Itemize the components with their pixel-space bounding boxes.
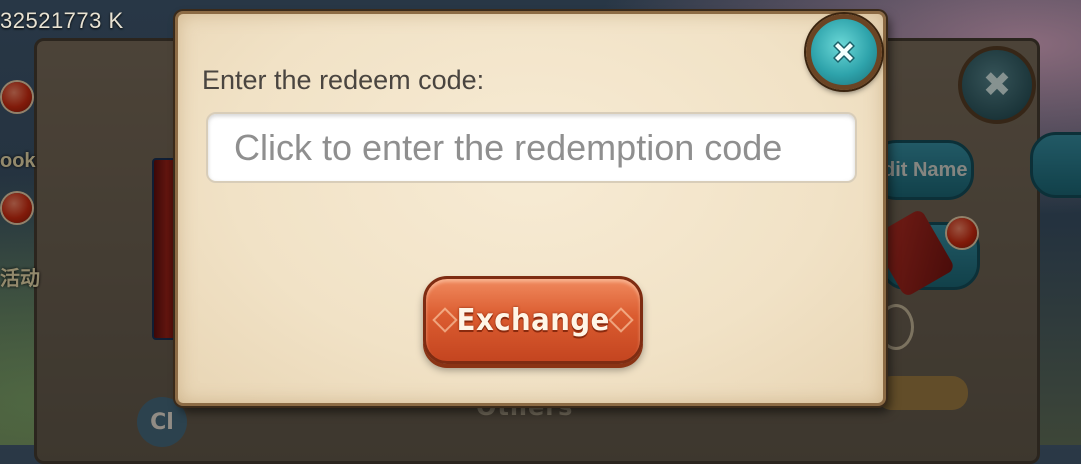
notification-dot-icon <box>2 193 32 223</box>
button-ornament-icon <box>432 307 458 333</box>
button-ornament-icon <box>608 307 634 333</box>
exchange-button[interactable]: Exchange <box>423 276 643 364</box>
redeem-code-prompt: Enter the redeem code: <box>202 65 485 95</box>
background-bar <box>876 376 968 410</box>
background-round-button-label: Cl <box>150 409 174 435</box>
redeem-code-input[interactable] <box>206 112 857 183</box>
account-id-text: 32521773 K <box>0 8 124 33</box>
edit-name-label: dit Name <box>883 158 968 181</box>
background-pill-button <box>1030 132 1081 198</box>
notification-dot-icon <box>2 82 32 112</box>
close-icon <box>833 41 855 63</box>
background-close-icon: ✖ <box>958 46 1036 124</box>
close-button[interactable] <box>806 14 882 90</box>
side-menu-label-book: ook <box>0 150 36 172</box>
exchange-button-label: Exchange <box>456 302 610 338</box>
redeem-code-dialog: Enter the redeem code: Exchange <box>175 11 886 406</box>
notification-dot-icon <box>947 218 977 248</box>
side-menu-label-events: 活动 <box>0 268 40 290</box>
